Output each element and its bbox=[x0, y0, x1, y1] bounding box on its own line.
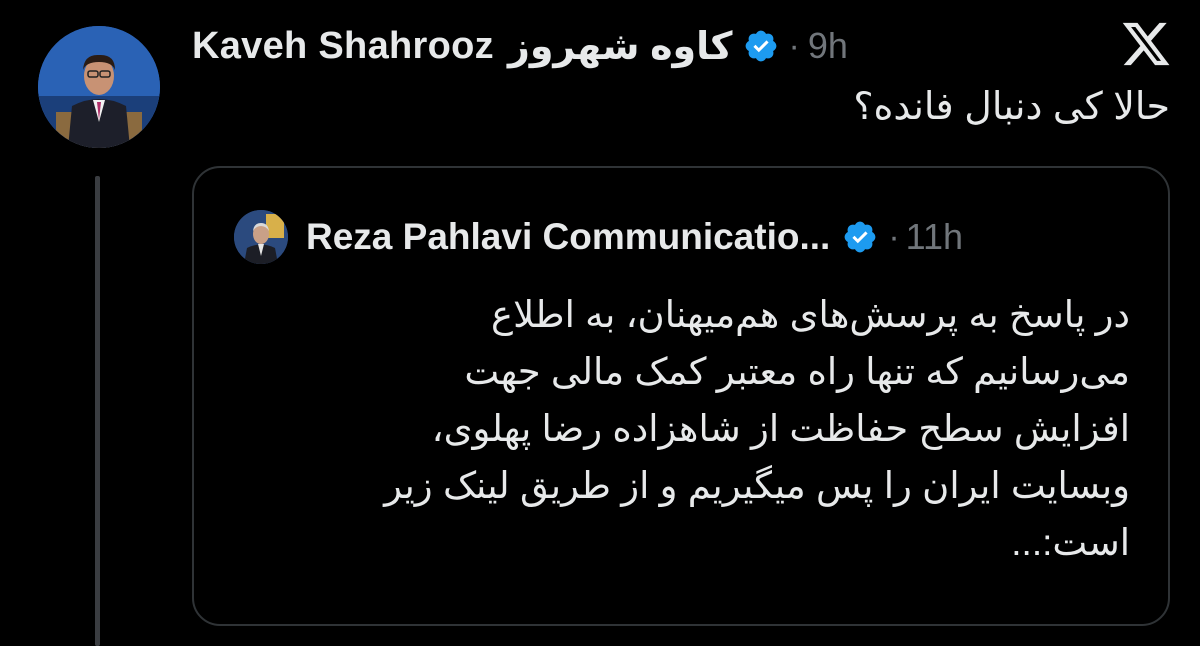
quoted-separator-dot: · bbox=[888, 217, 900, 256]
quoted-text-line: است:... bbox=[1011, 522, 1130, 563]
verified-badge-icon bbox=[745, 30, 776, 62]
quoted-author-avatar[interactable] bbox=[234, 210, 288, 264]
author-name-persian[interactable]: کاوه شهروز bbox=[508, 24, 733, 69]
quoted-text-line: در پاسخ به پرسش‌های هم‌میهنان، به اطلاع bbox=[491, 294, 1130, 335]
author-avatar-image bbox=[38, 26, 160, 148]
author-name[interactable]: Kaveh Shahrooz bbox=[192, 25, 494, 68]
quoted-author-avatar-image bbox=[234, 210, 288, 264]
quoted-tweet-time[interactable]: 11h bbox=[906, 216, 963, 258]
tweet-text: حالا کی دنبال فانده؟ bbox=[853, 86, 1170, 128]
quoted-text-line: افزایش سطح حفاظت از شاهزاده رضا پهلوی، bbox=[431, 408, 1130, 449]
quoted-verified-badge-icon bbox=[844, 221, 876, 253]
thread-connector-line bbox=[95, 176, 100, 646]
tweet-time[interactable]: 9h bbox=[808, 25, 848, 67]
quoted-tweet-header: Reza Pahlavi Communicatio... · 11h bbox=[306, 208, 963, 266]
quoted-text-line: وبسایت ایران را پس میگیریم و از طریق لین… bbox=[384, 465, 1130, 506]
author-avatar[interactable] bbox=[38, 26, 160, 148]
quoted-tweet-card[interactable]: Reza Pahlavi Communicatio... · 11h در پا… bbox=[192, 166, 1170, 626]
quoted-text-line: می‌رسانیم که تنها راه معتبر کمک مالی جهت bbox=[464, 351, 1130, 392]
separator-dot: · bbox=[788, 26, 800, 65]
quoted-tweet-text: در پاسخ به پرسش‌های هم‌میهنان، به اطلاع … bbox=[250, 286, 1130, 571]
x-logo-icon[interactable] bbox=[1120, 18, 1172, 70]
quoted-author-name[interactable]: Reza Pahlavi Communicatio... bbox=[306, 216, 830, 258]
tweet-header: Kaveh Shahrooz کاوه شهروز · 9h bbox=[192, 20, 848, 72]
